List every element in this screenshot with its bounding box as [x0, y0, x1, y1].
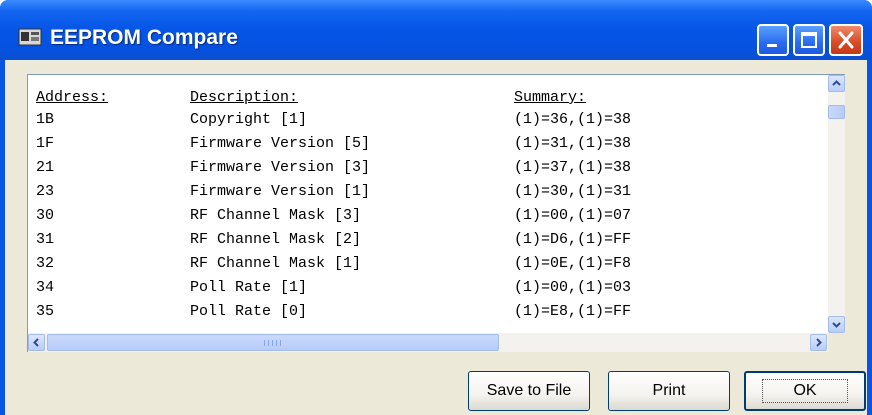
- cell-summary: (1)=37,(1)=38: [514, 159, 632, 176]
- comparison-list[interactable]: Address: Description: Summary: 1B Copyrig…: [27, 74, 845, 352]
- cell-summary: (1)=36,(1)=38: [514, 111, 632, 128]
- maximize-button[interactable]: [793, 24, 825, 56]
- scroll-up-button[interactable]: [828, 75, 845, 92]
- close-button[interactable]: [829, 24, 863, 56]
- scroll-left-button[interactable]: [28, 334, 45, 351]
- grip-icon: [264, 340, 281, 346]
- vertical-scrollbar[interactable]: [828, 75, 845, 333]
- cell-description: Firmware Version [3]: [190, 159, 371, 176]
- cell-address: 32: [36, 255, 55, 272]
- dialog-client-area: Address: Description: Summary: 1B Copyrig…: [5, 60, 867, 415]
- save-to-file-button[interactable]: Save to File: [468, 371, 590, 411]
- cell-summary: (1)=00,(1)=07: [514, 207, 632, 224]
- cell-summary: (1)=D6,(1)=FF: [514, 231, 632, 248]
- cell-description: Poll Rate [1]: [190, 279, 308, 296]
- chevron-up-icon: [832, 80, 841, 86]
- window-title: EEPROM Compare: [50, 26, 238, 49]
- cell-address: 31: [36, 231, 55, 248]
- eeprom-compare-window: EEPROM Compare Address: Description: Sum…: [0, 0, 872, 415]
- cell-address: 1B: [36, 111, 55, 128]
- minimize-button[interactable]: [757, 24, 789, 56]
- cell-description: RF Channel Mask [1]: [190, 255, 362, 272]
- horizontal-scrollbar[interactable]: [28, 333, 828, 352]
- scroll-down-button[interactable]: [828, 316, 845, 333]
- cell-description: Poll Rate [0]: [190, 303, 308, 320]
- horizontal-scroll-thumb[interactable]: [47, 334, 499, 351]
- cell-summary: (1)=31,(1)=38: [514, 135, 632, 152]
- vertical-scroll-thumb[interactable]: [828, 105, 845, 119]
- cell-summary: (1)=0E,(1)=F8: [514, 255, 632, 272]
- cell-summary: (1)=30,(1)=31: [514, 183, 632, 200]
- header-description: Description:: [190, 89, 299, 106]
- ok-button-label: OK: [762, 379, 848, 403]
- cell-description: Firmware Version [1]: [190, 183, 371, 200]
- close-icon: [838, 31, 854, 49]
- cell-description: Firmware Version [5]: [190, 135, 371, 152]
- cell-address: 34: [36, 279, 55, 296]
- title-bar[interactable]: EEPROM Compare: [0, 0, 872, 60]
- cell-address: 1F: [36, 135, 55, 152]
- chevron-left-icon: [33, 338, 39, 347]
- cell-description: Copyright [1]: [190, 111, 308, 128]
- cell-address: 35: [36, 303, 55, 320]
- scrollbar-corner: [828, 333, 845, 352]
- cell-description: RF Channel Mask [3]: [190, 207, 362, 224]
- cell-address: 23: [36, 183, 55, 200]
- cell-address: 21: [36, 159, 55, 176]
- cell-summary: (1)=00,(1)=03: [514, 279, 632, 296]
- cell-address: 30: [36, 207, 55, 224]
- minimize-icon: [767, 44, 777, 47]
- maximize-icon: [801, 32, 817, 48]
- cell-description: RF Channel Mask [2]: [190, 231, 362, 248]
- header-address: Address:: [36, 89, 109, 106]
- scroll-right-button[interactable]: [810, 334, 827, 351]
- cell-summary: (1)=E8,(1)=FF: [514, 303, 632, 320]
- print-button[interactable]: Print: [608, 371, 730, 411]
- ok-button[interactable]: OK: [744, 371, 866, 411]
- chevron-down-icon: [832, 322, 841, 328]
- header-summary: Summary:: [514, 89, 587, 106]
- chevron-right-icon: [816, 338, 822, 347]
- app-icon: [18, 28, 42, 46]
